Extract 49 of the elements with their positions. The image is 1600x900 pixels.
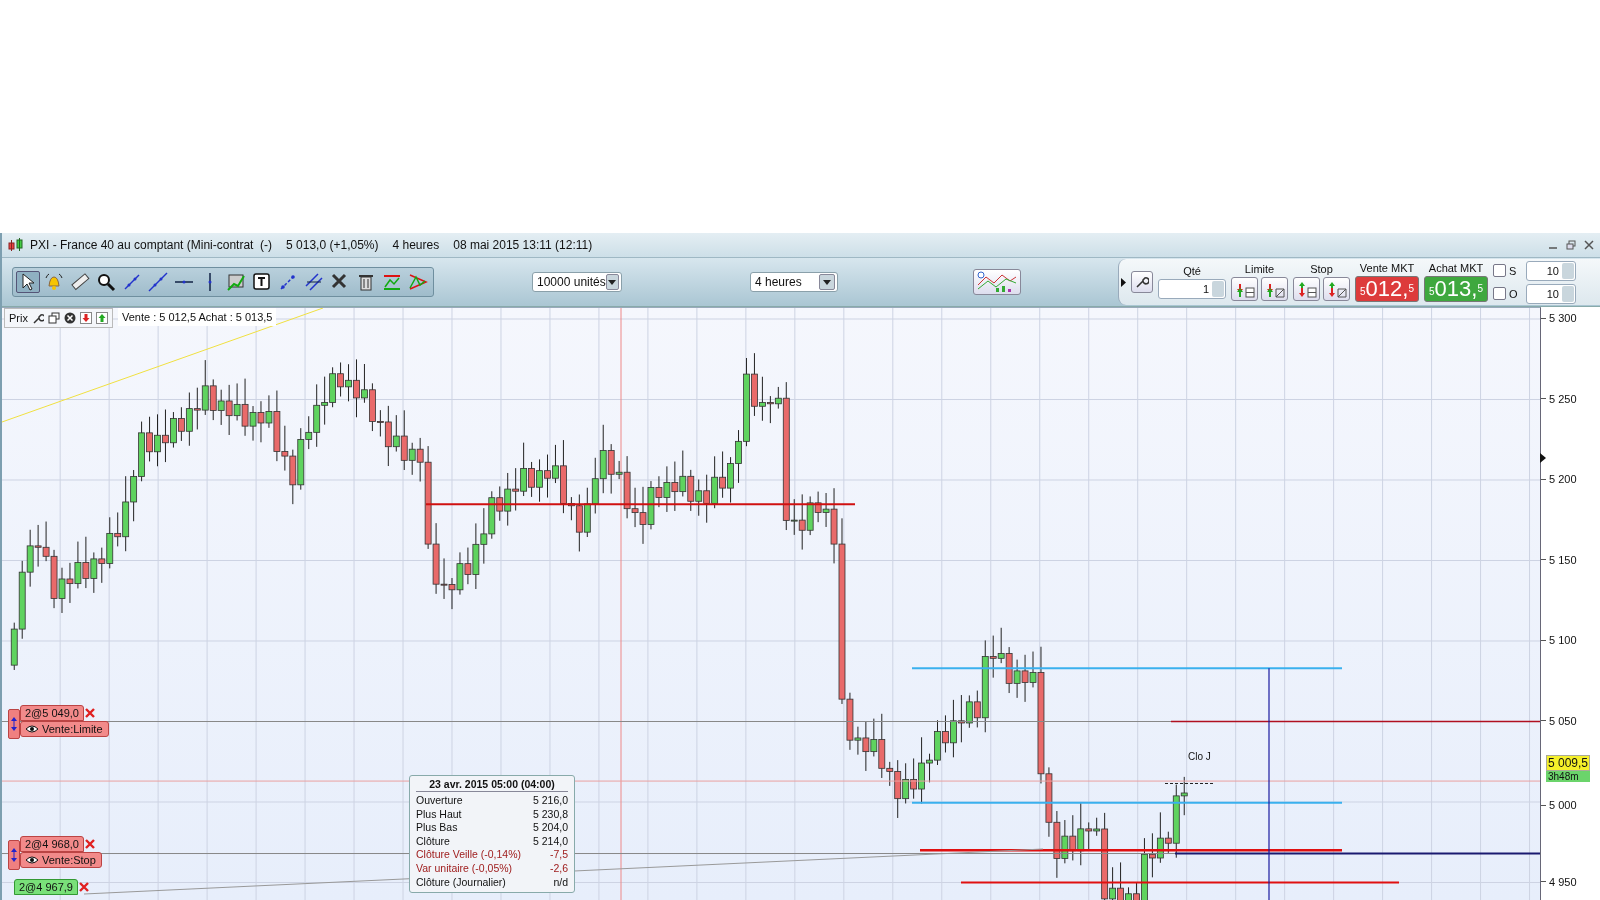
buy-label: Achat MKT xyxy=(1428,262,1484,274)
stop-label: Stop xyxy=(1310,263,1333,275)
price-quote: 5 013,0 (+1,05%) xyxy=(286,238,379,252)
countdown-badge: 3h48m xyxy=(1546,771,1591,782)
bid-ask-quote: Vente : 5 012,5 Achat : 5 013,5 xyxy=(118,308,277,326)
price-tick: 5 300 xyxy=(1549,312,1577,324)
tooltip-label: Ouverture xyxy=(416,794,463,808)
option-field[interactable]: 10 xyxy=(1526,283,1576,304)
tooltip-value: 5 216,0 xyxy=(532,794,568,808)
price-tick: 5 250 xyxy=(1549,392,1577,405)
daily-close-label: Clo J xyxy=(1188,751,1211,762)
price-tick: 5 150 xyxy=(1549,553,1577,566)
tooltip-label: Clôture (Journalier) xyxy=(416,875,506,890)
period-dropdown[interactable]: 4 heures xyxy=(750,272,838,292)
quantity-field[interactable]: 1 xyxy=(1158,279,1226,299)
quantity-label: Qté xyxy=(1183,265,1201,277)
tooltip-label: Var unitaire (-0,05%) xyxy=(416,861,513,876)
sell-order-tag[interactable]: 2@4 968,0 xyxy=(20,836,84,852)
order-type-tag[interactable]: Vente:Limite xyxy=(20,721,109,737)
limit-label: Limite xyxy=(1244,263,1275,275)
buy-order-tag[interactable]: 2@4 967,9 xyxy=(14,879,78,895)
price-tick: 5 000 xyxy=(1549,799,1577,811)
tooltip-value: -7,5 xyxy=(549,848,568,862)
tooltip-label: Plus Bas xyxy=(416,821,458,835)
tooltip-value: -2,6 xyxy=(549,861,568,876)
tooltip-title: 23 avr. 2015 05:00 (04:00) xyxy=(416,778,568,792)
tooltip-label: Plus Haut xyxy=(416,807,462,822)
tooltip-label: Clôture xyxy=(416,834,450,849)
price-tick: 5 050 xyxy=(1549,714,1577,727)
option-label: S xyxy=(1509,264,1518,277)
price-label: Prix xyxy=(9,312,28,324)
tooltip-value: 5 230,8 xyxy=(532,807,568,822)
sell-label: Vente MKT xyxy=(1359,262,1415,274)
date-time: 08 mai 2015 13:11 (12:11) xyxy=(453,238,593,252)
option-field[interactable]: 10 xyxy=(1526,260,1576,281)
tooltip-value: n/d xyxy=(553,875,568,890)
price-tick: 4 950 xyxy=(1549,875,1577,888)
price-tick: 5 200 xyxy=(1549,473,1577,485)
tooltip-value: 5 204,0 xyxy=(532,821,568,835)
window-title: PXI - France 40 au comptant (Mini-contrat (-) xyxy=(30,238,273,252)
sell-order-tag[interactable]: 2@5 049,0 xyxy=(20,705,84,721)
option-label: O xyxy=(1509,287,1519,300)
order-type-tag[interactable]: Vente:Stop xyxy=(20,852,102,868)
period-label: 4 heures xyxy=(392,238,440,252)
tooltip-label: Clôture Veille (-0,14%) xyxy=(416,848,522,862)
tooltip-value: 5 214,0 xyxy=(532,834,568,849)
quantity-dropdown[interactable]: 10000 unités xyxy=(532,272,622,292)
last-price-badge: 5 009,5 xyxy=(1546,755,1591,771)
price-tick: 5 100 xyxy=(1549,634,1577,646)
